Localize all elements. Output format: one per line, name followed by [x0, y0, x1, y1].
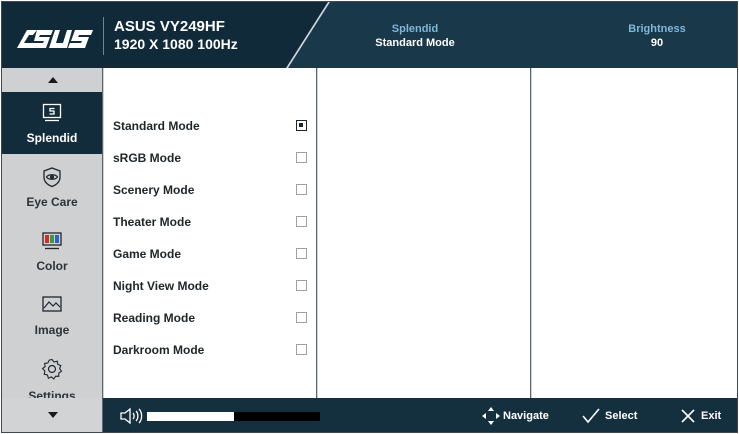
mode-checkbox[interactable] — [296, 248, 307, 259]
select-label: Select — [605, 410, 638, 422]
mode-option[interactable]: Night View Mode — [113, 278, 313, 296]
submenu-panel — [318, 68, 531, 398]
color-icon — [42, 232, 62, 250]
osd-header: ASUS VY249HF 1920 X 1080 100Hz Splendid … — [2, 2, 737, 68]
scroll-up-icon[interactable] — [48, 77, 58, 83]
mode-option-label: Game Mode — [113, 247, 182, 261]
mode-option-label: Standard Mode — [113, 119, 200, 133]
image-icon — [42, 296, 62, 312]
osd-footer: Navigate Select Exit — [2, 398, 737, 432]
splendid-mode-list: Standard Mode sRGB Mode Scenery Mode Theate… — [104, 68, 317, 398]
select-check-icon — [582, 408, 600, 424]
volume-bar[interactable] — [147, 412, 320, 421]
scroll-down-icon[interactable] — [48, 412, 58, 418]
settings-icon — [41, 358, 63, 380]
asus-logo — [17, 30, 93, 48]
status-key: Splendid — [391, 23, 439, 35]
detail-panel — [532, 68, 737, 398]
mode-option[interactable]: Darkroom Mode — [113, 342, 313, 360]
mode-option-label: Darkroom Mode — [113, 343, 205, 357]
sidebar: Splendid Eye Care Color Image Settings — [2, 68, 103, 403]
mode-option-label: Scenery Mode — [113, 183, 195, 197]
footer-scroll-area — [2, 398, 103, 432]
sidebar-item-label: Color — [36, 259, 68, 273]
splendid-icon — [42, 103, 62, 122]
sidebar-item-splendid[interactable]: Splendid — [2, 92, 102, 154]
logo-divider — [103, 17, 104, 55]
mode-checkbox[interactable] — [296, 312, 307, 323]
eye-care-icon — [43, 167, 61, 188]
mode-option[interactable]: sRGB Mode — [113, 150, 313, 168]
monitor-model: ASUS VY249HF — [114, 18, 225, 35]
mode-checkbox[interactable] — [296, 216, 307, 227]
status-key: Brightness — [628, 23, 686, 35]
mode-option[interactable]: Scenery Mode — [113, 182, 313, 200]
mode-option-label: Night View Mode — [113, 279, 209, 293]
mode-option-label: Theater Mode — [113, 215, 192, 229]
volume-icon — [120, 407, 143, 425]
monitor-resolution: 1920 X 1080 100Hz — [114, 36, 238, 52]
mode-option-label: sRGB Mode — [113, 151, 182, 165]
mode-option[interactable]: Reading Mode — [113, 310, 313, 328]
mode-checkbox[interactable] — [296, 344, 307, 355]
navigate-label: Navigate — [503, 410, 549, 422]
sidebar-item-image[interactable]: Image — [2, 284, 102, 346]
sidebar-item-eye-care[interactable]: Eye Care — [2, 156, 102, 218]
volume-bar-fill — [147, 412, 234, 421]
status-splendid: Splendid Standard Mode — [335, 22, 495, 50]
mode-checkbox[interactable] — [296, 280, 307, 291]
mode-option[interactable]: Standard Mode — [113, 118, 313, 136]
exit-close-icon — [681, 409, 695, 423]
mode-option[interactable]: Game Mode — [113, 246, 313, 264]
sidebar-item-label: Splendid — [26, 131, 78, 145]
mode-checkbox[interactable] — [296, 184, 307, 195]
sidebar-item-color[interactable]: Color — [2, 220, 102, 282]
mode-option-label: Reading Mode — [113, 311, 196, 325]
navigate-icon — [482, 407, 500, 425]
mode-option[interactable]: Theater Mode — [113, 214, 313, 232]
status-value: Standard Mode — [375, 37, 455, 49]
osd-menu: ASUS VY249HF 1920 X 1080 100Hz Splendid … — [1, 1, 738, 433]
sidebar-item-label: Eye Care — [26, 195, 78, 209]
sidebar-item-label: Image — [34, 323, 70, 337]
exit-label: Exit — [701, 410, 722, 422]
mode-checkbox[interactable] — [296, 152, 307, 163]
status-value: 90 — [650, 37, 664, 49]
status-brightness: Brightness 90 — [577, 22, 737, 50]
mode-checkbox[interactable] — [296, 120, 307, 131]
